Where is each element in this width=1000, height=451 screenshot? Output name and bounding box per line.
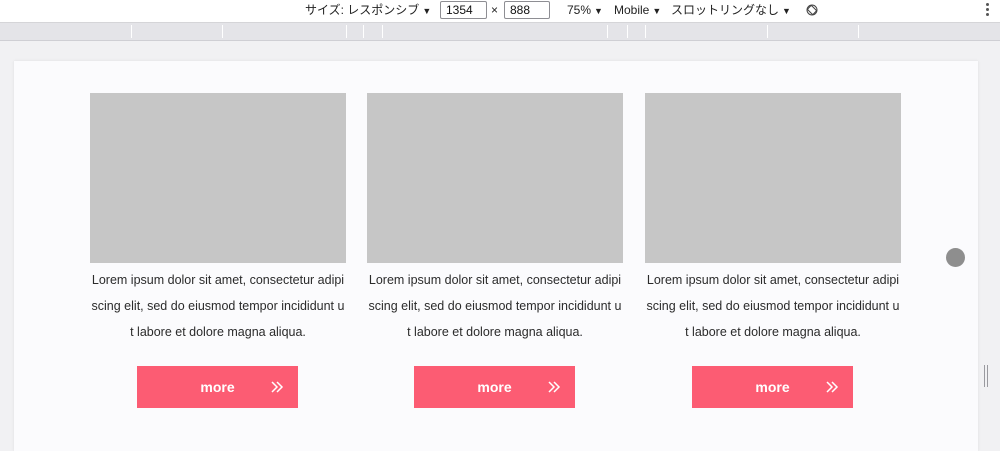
dropdown-caret-icon: ▼ (422, 6, 432, 16)
touch-cursor-indicator (946, 248, 965, 267)
chevron-double-right-icon (548, 381, 561, 393)
card-image-placeholder (90, 93, 346, 263)
width-input[interactable] (440, 1, 487, 19)
dropdown-caret-icon: ▼ (594, 6, 603, 16)
device-toolbar: サイズ: レスポンシブ▼ × 75%▼ Mobile▼ スロットリングなし▼ (0, 0, 1000, 23)
device-dropdown[interactable]: Mobile ▼ (614, 0, 661, 22)
kebab-menu-icon[interactable] (986, 3, 990, 19)
throttle-label: スロットリングなし (671, 3, 780, 17)
page-preview: Lorem ipsum dolor sit amet, consectetur … (14, 61, 978, 451)
resize-handle[interactable] (984, 365, 989, 387)
size-label: サイズ: レスポンシブ (305, 3, 420, 17)
card-text: Lorem ipsum dolor sit amet, consectetur … (368, 273, 622, 339)
rotate-icon[interactable] (806, 4, 818, 16)
more-button[interactable]: more (414, 366, 575, 408)
height-input[interactable] (504, 1, 550, 19)
zoom-label: 75% (567, 3, 592, 17)
size-dropdown[interactable]: サイズ: レスポンシブ ▼ (305, 0, 431, 22)
media-query-ruler (0, 23, 1000, 41)
card-text: Lorem ipsum dolor sit amet, consectetur … (91, 273, 345, 339)
chevron-double-right-icon (271, 381, 284, 393)
times-sign: × (491, 3, 499, 17)
more-button[interactable]: more (137, 366, 298, 408)
device-label: Mobile (614, 3, 650, 17)
dropdown-caret-icon: ▼ (652, 6, 662, 16)
zoom-dropdown[interactable]: 75% ▼ (567, 0, 603, 22)
card: Lorem ipsum dolor sit amet, consectetur … (90, 93, 346, 408)
viewport-canvas: Lorem ipsum dolor sit amet, consectetur … (0, 41, 1000, 451)
card-image-placeholder (367, 93, 623, 263)
card: Lorem ipsum dolor sit amet, consectetur … (645, 93, 901, 408)
card: Lorem ipsum dolor sit amet, consectetur … (367, 93, 623, 408)
chevron-double-right-icon (826, 381, 839, 393)
more-button[interactable]: more (692, 366, 853, 408)
throttle-dropdown[interactable]: スロットリングなし ▼ (671, 0, 791, 22)
card-text: Lorem ipsum dolor sit amet, consectetur … (646, 273, 900, 339)
dropdown-caret-icon: ▼ (782, 6, 791, 16)
card-image-placeholder (645, 93, 901, 263)
